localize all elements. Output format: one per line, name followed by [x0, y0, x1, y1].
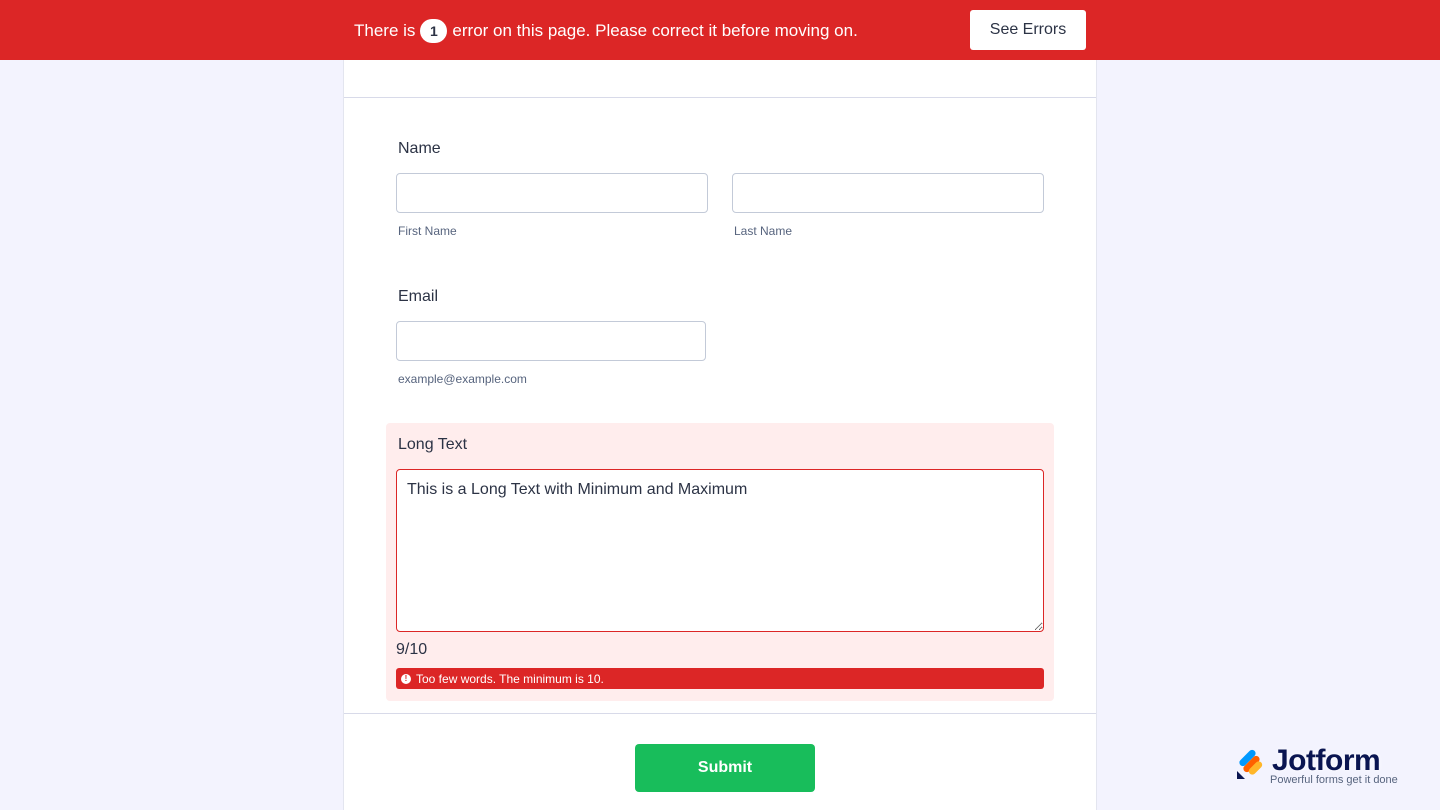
alert-circle-icon: ! — [401, 673, 411, 684]
first-name-sublabel: First Name — [398, 224, 457, 238]
jotform-badge[interactable]: Jotform Powerful forms get it done — [1232, 744, 1407, 789]
email-label: Email — [398, 288, 439, 305]
error-count-badge: 1 — [420, 19, 448, 43]
see-errors-button[interactable]: See Errors — [970, 10, 1086, 50]
error-prefix: There is — [354, 21, 416, 40]
field-error-message: ! Too few words. The minimum is 10. — [396, 668, 1044, 689]
footer-divider — [344, 713, 1096, 714]
email-input[interactable] — [396, 321, 706, 361]
first-name-input[interactable] — [396, 173, 708, 213]
error-message-text: Too few words. The minimum is 10. — [416, 671, 604, 686]
error-banner: There is 1 error on this page. Please co… — [0, 0, 1440, 60]
header-divider — [344, 97, 1096, 98]
name-label: Name — [398, 140, 441, 157]
error-suffix: error on this page. Please correct it be… — [452, 21, 858, 40]
submit-button[interactable]: Submit — [635, 744, 815, 792]
last-name-sublabel: Last Name — [734, 224, 793, 238]
long-text-field: Long Text This is a Long Text with Minim… — [386, 423, 1054, 701]
long-text-label: Long Text — [398, 436, 468, 453]
word-count: 9/10 — [396, 641, 428, 658]
error-banner-text: There is 1 error on this page. Please co… — [354, 18, 858, 44]
long-text-textarea[interactable]: This is a Long Text with Minimum and Max… — [396, 469, 1044, 632]
jotform-wordmark: Jotform — [1272, 744, 1381, 777]
jotform-tagline: Powerful forms get it done — [1270, 774, 1398, 786]
last-name-input[interactable] — [732, 173, 1044, 213]
email-sublabel: example@example.com — [398, 372, 527, 386]
jotform-logo-icon — [1237, 749, 1263, 779]
form-card: Name First Name Last Name Email example@… — [343, 0, 1097, 810]
